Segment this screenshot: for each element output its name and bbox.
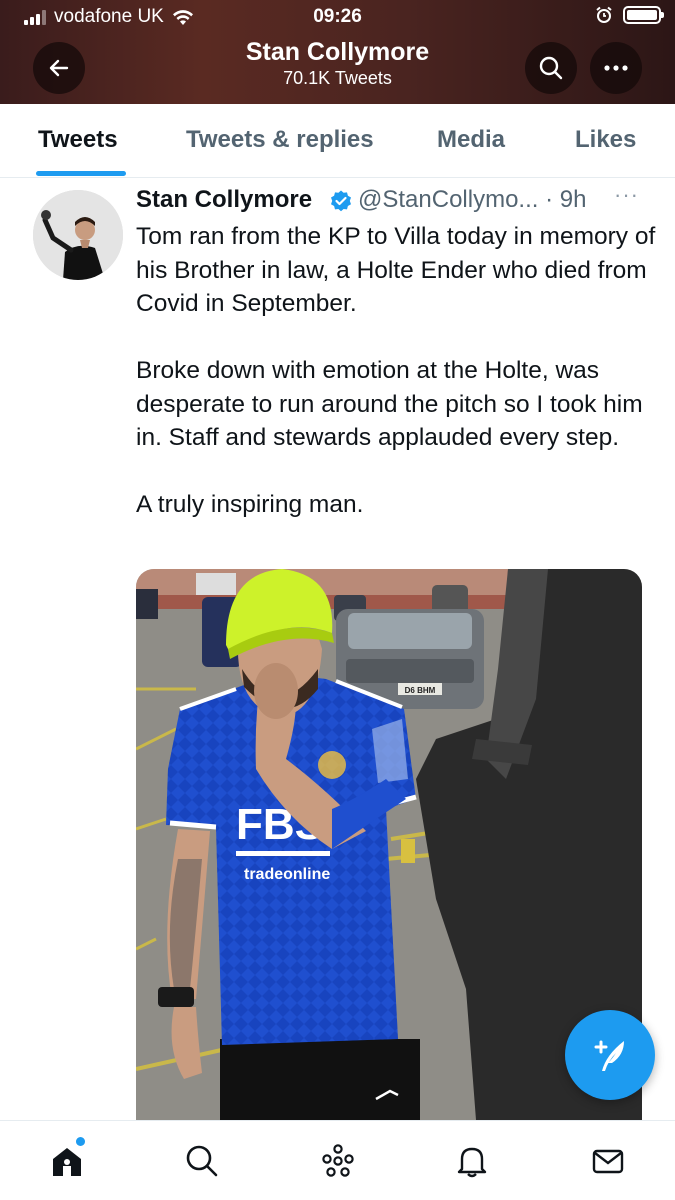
car-plate: D6 BHM xyxy=(405,686,436,695)
tweet-photo[interactable]: D6 BHM FBS tradeonline xyxy=(136,569,642,1120)
profile-header: vodafone UK 09:26 Stan Collymore 70.1K T… xyxy=(0,0,675,104)
tweet-paragraph: A truly inspiring man. xyxy=(136,491,364,518)
tab-media[interactable]: Media xyxy=(437,126,505,154)
search-button[interactable] xyxy=(525,42,577,94)
shirt-sub: tradeonline xyxy=(244,866,330,883)
author-handle-time[interactable]: @StanCollymo... · 9h xyxy=(358,186,586,214)
tweet-text: Tom ran from the KP to Villa today in me… xyxy=(136,220,656,555)
status-right xyxy=(595,6,664,24)
alarm-icon xyxy=(596,6,612,23)
avatar[interactable] xyxy=(33,190,123,280)
nav-notifications[interactable] xyxy=(450,1139,494,1183)
search-icon xyxy=(539,56,563,80)
profile-tabs: Tweets Tweets & replies Media Likes xyxy=(0,104,675,178)
author-name[interactable]: Stan Collymore xyxy=(136,186,312,214)
tweet-paragraph: Tom ran from the KP to Villa today in me… xyxy=(136,223,656,317)
nav-messages[interactable] xyxy=(586,1139,630,1183)
verified-badge-icon xyxy=(331,190,351,212)
tab-likes[interactable]: Likes xyxy=(575,126,636,154)
status-time: 09:26 xyxy=(313,6,362,27)
active-tab-indicator xyxy=(36,171,126,176)
tab-tweets-replies[interactable]: Tweets & replies xyxy=(186,126,374,154)
bell-icon xyxy=(457,1147,487,1178)
tweet-more-button[interactable]: ··· xyxy=(614,182,639,208)
status-bar: vodafone UK 09:26 xyxy=(0,0,675,36)
nav-search[interactable] xyxy=(180,1139,224,1183)
tweet-header: Stan Collymore @StanCollymo... · 9h ··· xyxy=(136,182,651,220)
mail-icon xyxy=(592,1149,624,1174)
nav-spaces[interactable] xyxy=(316,1139,360,1183)
battery-icon xyxy=(623,6,664,24)
notification-dot xyxy=(76,1137,85,1146)
bottom-navigation xyxy=(0,1120,675,1200)
search-icon xyxy=(186,1145,218,1177)
tweet-paragraph: Broke down with emotion at the Holte, wa… xyxy=(136,357,643,451)
compose-feather-icon xyxy=(594,1040,624,1071)
tab-tweets[interactable]: Tweets xyxy=(38,126,118,154)
more-horizontal-icon xyxy=(604,65,628,71)
compose-button[interactable] xyxy=(565,1010,655,1100)
more-options-button[interactable] xyxy=(590,42,642,94)
nav-home[interactable] xyxy=(45,1137,89,1183)
spaces-icon xyxy=(322,1144,354,1177)
home-icon xyxy=(53,1148,81,1176)
